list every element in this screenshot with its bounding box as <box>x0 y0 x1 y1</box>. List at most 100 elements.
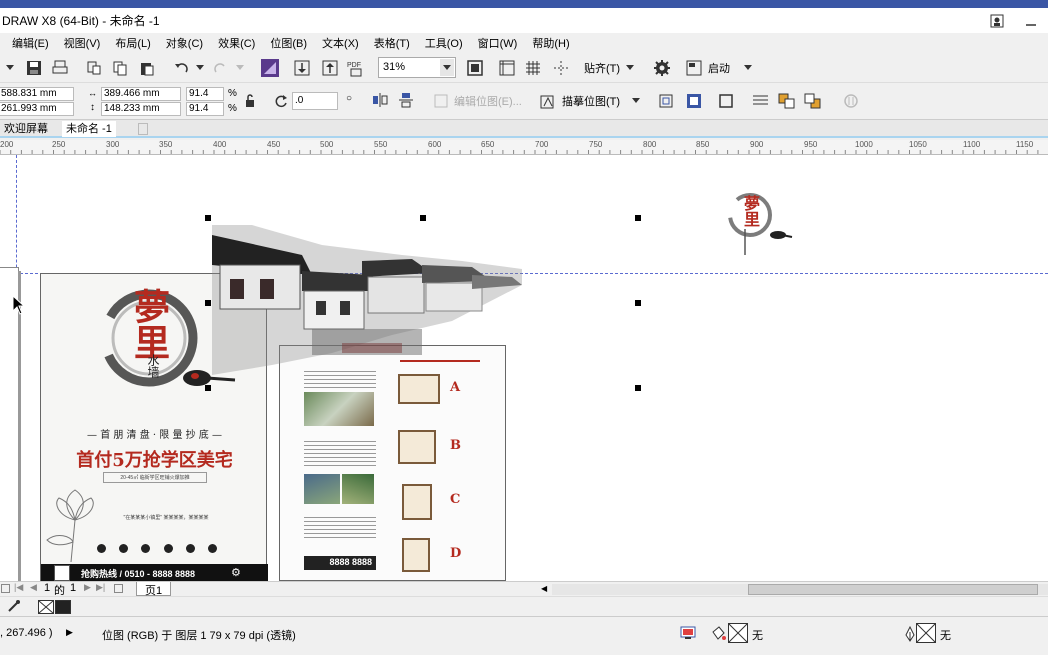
show-rulers-icon[interactable] <box>497 58 517 78</box>
lock-ratio-icon[interactable] <box>244 94 256 111</box>
ruler-label: 1000 <box>855 140 873 149</box>
page-options-icon[interactable] <box>1 584 10 593</box>
to-front-icon[interactable] <box>778 93 796 112</box>
horizontal-ruler[interactable]: 200 250 300 350 400 450 500 550 600 650 … <box>0 140 1048 155</box>
menu-table[interactable]: 表格(T) <box>374 35 410 51</box>
horizontal-scroll-thumb[interactable] <box>748 584 1038 595</box>
new-tab-icon[interactable] <box>138 123 148 135</box>
edit-bitmap-button[interactable]: 编辑位图(E)... <box>434 93 522 109</box>
zoom-level-combo[interactable]: 31% <box>378 57 456 78</box>
ruler-ticks <box>0 150 1039 154</box>
horizontal-scrollbar[interactable] <box>552 584 1048 595</box>
menu-object[interactable]: 对象(C) <box>166 35 203 51</box>
print-icon[interactable] <box>50 58 70 78</box>
undo-dropdown-icon[interactable] <box>190 58 210 78</box>
show-guidelines-icon[interactable] <box>551 58 571 78</box>
zoom-dropdown-icon[interactable] <box>440 59 454 76</box>
selection-handle[interactable] <box>635 300 641 306</box>
export-icon[interactable] <box>320 58 340 78</box>
page-tab-1[interactable]: 页1 <box>136 582 172 597</box>
save-icon[interactable] <box>24 58 44 78</box>
fill-bucket-icon[interactable] <box>710 626 726 645</box>
launcher-label: 启动 <box>708 63 730 75</box>
menu-text[interactable]: 文本(X) <box>322 35 359 51</box>
rotation-angle-input[interactable]: .0 <box>292 92 338 110</box>
fill-none-swatch[interactable] <box>728 623 748 643</box>
copy-icon[interactable] <box>110 58 130 78</box>
no-color-swatch[interactable] <box>38 600 54 614</box>
first-page-icon[interactable]: |◀ <box>14 582 23 593</box>
mirror-horizontal-icon[interactable] <box>372 92 388 111</box>
publish-pdf-icon[interactable]: PDF <box>346 58 366 78</box>
text-wrap-icon[interactable] <box>752 93 770 112</box>
object-y-position[interactable]: 261.993 mm <box>0 102 74 116</box>
eyedropper-icon[interactable] <box>8 600 20 615</box>
drawing-canvas[interactable]: 夢里 水墙 — 首 朋 清 盘 · 限 量 抄 底 — 首付5万抢学区美宅 20… <box>0 155 1048 581</box>
object-height[interactable]: 148.233 mm <box>101 102 181 116</box>
crop-bitmap-icon[interactable] <box>658 93 674 112</box>
snap-to-dropdown[interactable]: 贴齐(T) <box>584 59 635 77</box>
show-grid-icon[interactable] <box>523 58 543 78</box>
redo-icon[interactable] <box>210 58 230 78</box>
menu-view[interactable]: 视图(V) <box>64 35 101 51</box>
bitmap-color-mask-icon[interactable] <box>718 93 734 112</box>
search-content-icon[interactable] <box>260 58 280 78</box>
small-logo-object[interactable]: 夢里 <box>724 189 794 259</box>
circle-icon <box>97 544 106 553</box>
selection-handle[interactable] <box>205 385 211 391</box>
options-gear-icon[interactable] <box>652 58 672 78</box>
menu-tools[interactable]: 工具(O) <box>425 35 463 51</box>
ruler-label: 950 <box>804 140 818 149</box>
status-arrow-icon[interactable]: ▶ <box>66 627 73 638</box>
help-window-icon[interactable] <box>980 8 1014 33</box>
prev-page-icon[interactable]: ◀ <box>30 582 37 593</box>
add-page-icon[interactable] <box>114 584 123 593</box>
menu-bitmaps[interactable]: 位图(B) <box>270 35 307 51</box>
import-icon[interactable] <box>292 58 312 78</box>
selection-handle[interactable] <box>205 215 211 221</box>
next-page-icon[interactable]: ▶ <box>84 582 91 593</box>
scale-y[interactable]: 91.4 <box>186 102 224 116</box>
object-width[interactable]: 389.466 mm <box>101 87 181 101</box>
status-bar: , 267.496 ) ▶ 位图 (RGB) 于 图层 1 79 x 79 dp… <box>0 616 1048 655</box>
dropdown-arrow-icon[interactable] <box>0 58 20 78</box>
application-launcher[interactable]: 启动 <box>686 58 752 78</box>
undo-icon[interactable] <box>172 58 192 78</box>
edit-bitmap-icon <box>434 94 448 108</box>
cursor-coordinates: , 267.496 ) <box>0 627 53 639</box>
property-bar: 588.831 mm 261.993 mm ↔ ↕ 389.466 mm 148… <box>0 84 1048 120</box>
redo-dropdown-icon[interactable] <box>230 58 250 78</box>
menu-edit[interactable]: 编辑(E) <box>12 35 49 51</box>
trace-bitmap-label: 描摹位图(T) <box>562 96 621 108</box>
selection-handle[interactable] <box>635 215 641 221</box>
scroll-left-icon[interactable]: ◀ <box>541 584 547 593</box>
menu-layout[interactable]: 布局(L) <box>115 35 150 51</box>
selection-handle[interactable] <box>635 385 641 391</box>
selected-bitmap-village[interactable] <box>212 225 522 375</box>
color-proof-icon[interactable] <box>680 626 696 643</box>
scale-x[interactable]: 91.4 <box>186 87 224 101</box>
mirror-vertical-icon[interactable] <box>398 92 414 111</box>
cut-icon[interactable] <box>84 58 104 78</box>
tab-untitled-1[interactable]: 未命名 -1 <box>62 121 116 137</box>
circle-icon <box>185 544 195 553</box>
menu-effects[interactable]: 效果(C) <box>218 35 255 51</box>
outline-pen-icon[interactable] <box>904 625 916 645</box>
selection-handle[interactable] <box>420 215 426 221</box>
paste-icon[interactable] <box>137 58 157 78</box>
text-lines-block <box>304 514 376 538</box>
menu-help[interactable]: 帮助(H) <box>532 35 569 51</box>
tab-welcome-screen[interactable]: 欢迎屏幕 <box>0 121 52 137</box>
selection-handle[interactable] <box>205 300 211 306</box>
full-screen-preview-icon[interactable] <box>465 58 485 78</box>
resample-icon[interactable] <box>686 93 702 112</box>
poster-back[interactable]: 8888 8888 A B C D <box>279 345 506 581</box>
menu-window[interactable]: 窗口(W) <box>478 35 518 51</box>
last-page-icon[interactable]: ▶| <box>96 582 105 593</box>
minimize-button[interactable] <box>1014 8 1048 33</box>
outline-none-swatch[interactable] <box>916 623 936 643</box>
to-back-icon[interactable] <box>804 93 822 112</box>
trace-bitmap-button[interactable]: 描摹位图(T) <box>540 93 641 109</box>
object-x-position[interactable]: 588.831 mm <box>0 87 74 101</box>
black-swatch[interactable] <box>55 600 71 614</box>
